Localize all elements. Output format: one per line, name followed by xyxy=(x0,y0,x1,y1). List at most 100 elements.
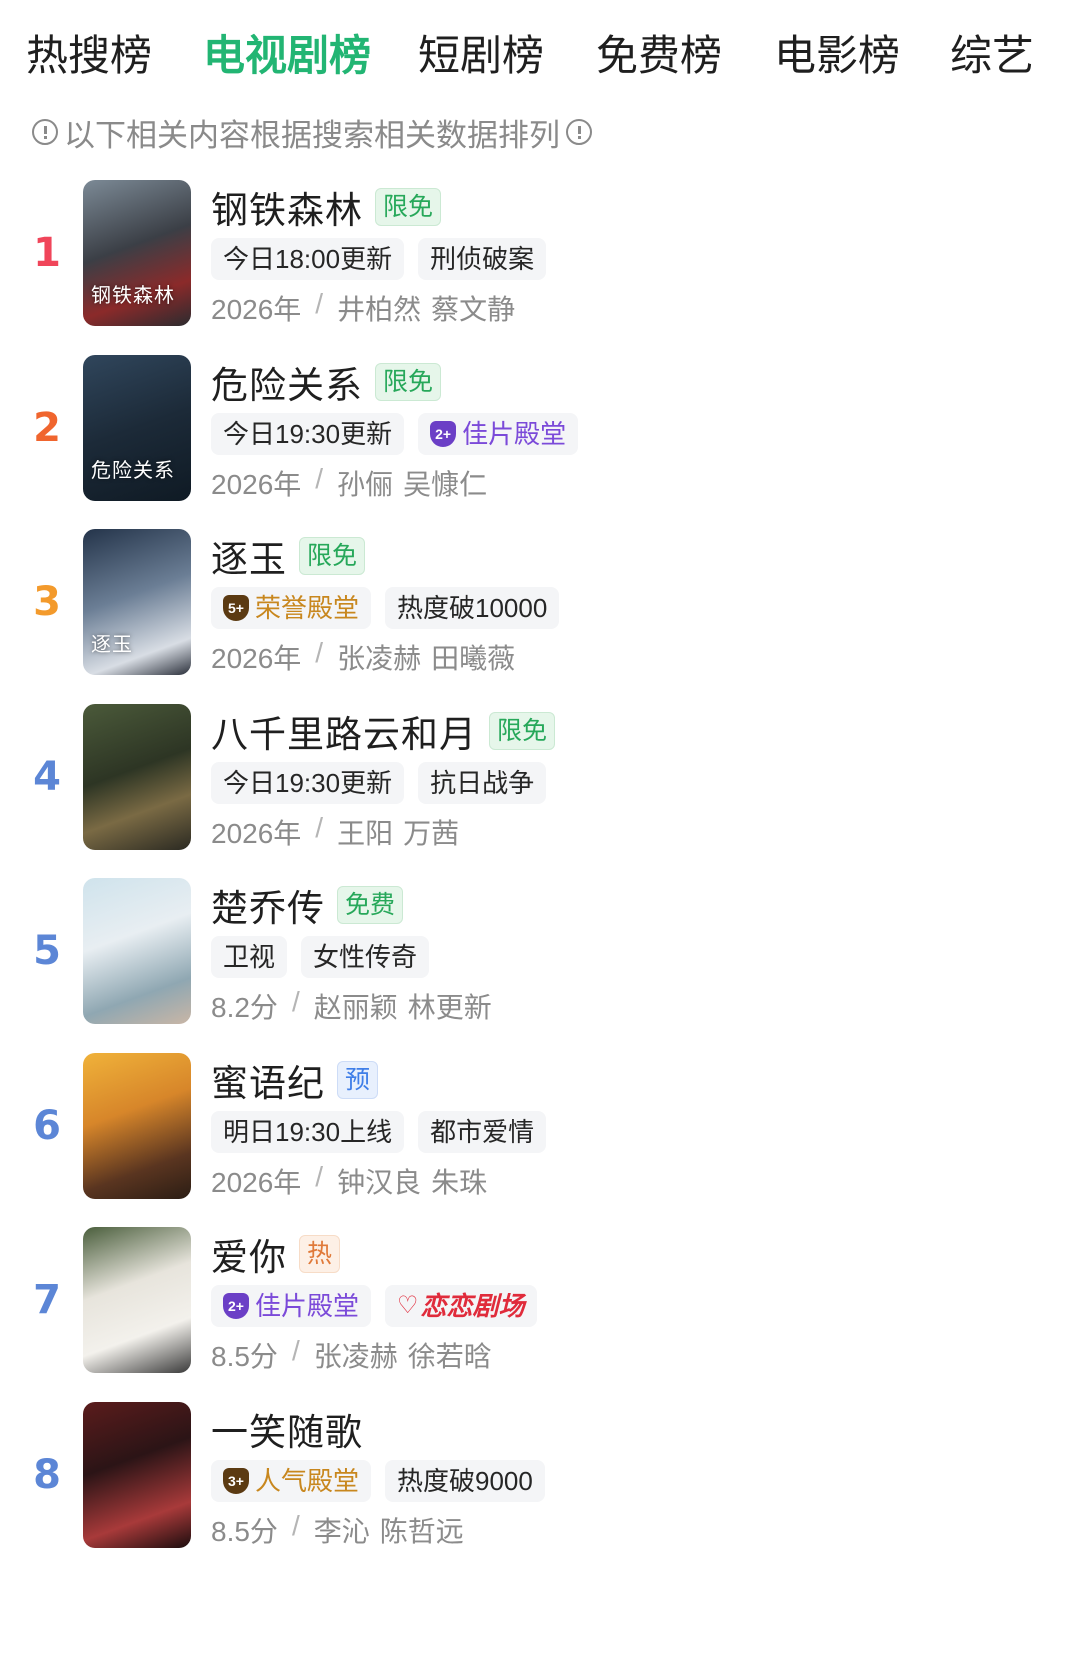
status-badge: 预 xyxy=(337,1060,379,1099)
tag-label: 卫视 xyxy=(223,942,276,972)
poster-image[interactable] xyxy=(83,1401,191,1548)
tags-row: 3+ 人气殿堂 热度破9000 xyxy=(211,1459,559,1502)
rank-number: 2 xyxy=(33,404,61,451)
list-item[interactable]: 1 钢铁森林 钢铁森林 限免 今日18:00更新 刑侦破案 2026年 / 井柏然 蔡文静 xyxy=(0,180,1080,330)
actor-name[interactable]: 徐若晗 xyxy=(408,1335,492,1375)
poster-image[interactable] xyxy=(83,703,191,850)
rank-number: 3 xyxy=(33,579,61,625)
actor-name[interactable]: 张凌赫 xyxy=(314,1335,398,1375)
poster-image[interactable]: 逐玉 xyxy=(83,529,191,675)
separator: / xyxy=(291,986,300,1017)
rank-number: 6 xyxy=(33,1102,61,1149)
drama-title[interactable]: 钢铁森林 xyxy=(211,180,363,234)
poster-image[interactable] xyxy=(83,878,191,1024)
separator: / xyxy=(315,462,324,494)
actor-name[interactable]: 赵丽颖 xyxy=(314,986,398,1026)
drama-title[interactable]: 一笑随歌 xyxy=(211,1402,363,1456)
info-tag[interactable]: 明日19:30上线 xyxy=(211,1110,405,1153)
info-tag[interactable]: 卫视 xyxy=(211,936,288,978)
drama-title[interactable]: 八千里路云和月 xyxy=(211,704,477,758)
actor-name[interactable]: 蔡文静 xyxy=(431,288,515,328)
rank-number: 7 xyxy=(33,1277,61,1323)
info-tag[interactable]: 今日18:00更新 xyxy=(211,238,405,280)
meta-row: 8.5分 / 李沁 陈哲远 xyxy=(211,1510,474,1550)
separator: / xyxy=(315,637,324,668)
list-item[interactable]: 2 危险关系 危险关系 限免 今日19:30更新 2+ 佳片殿堂 2026年 / 孙俪 吴慷仁 xyxy=(0,354,1080,505)
tag-label: 热度破9000 xyxy=(397,1465,533,1496)
actor-name[interactable]: 井柏然 xyxy=(337,288,421,328)
title-row: 一笑随歌 xyxy=(211,1404,363,1454)
title-row: 逐玉 限免 xyxy=(211,529,366,583)
actor-name[interactable]: 钟汉良 xyxy=(337,1161,421,1201)
tab-hot-search[interactable]: 热搜榜 xyxy=(26,28,152,84)
tab-free[interactable]: 免费榜 xyxy=(596,28,722,84)
drama-title[interactable]: 危险关系 xyxy=(211,355,363,409)
actor-name[interactable]: 朱珠 xyxy=(431,1161,487,1201)
info-tag[interactable]: 今日19:30更新 xyxy=(211,412,405,455)
ranking-notice: 以下相关内容根据搜索相关数据排列 xyxy=(26,112,598,153)
year-or-score: 2026年 xyxy=(211,1166,302,1198)
hall-tag[interactable]: 5+ 荣誉殿堂 xyxy=(211,587,372,629)
tags-row: 5+ 荣誉殿堂 热度破10000 xyxy=(211,587,573,629)
status-badge: 限免 xyxy=(375,362,442,401)
separator: / xyxy=(315,811,324,843)
actor-name[interactable]: 吴慷仁 xyxy=(403,463,487,503)
info-tag[interactable]: 热度破9000 xyxy=(385,1459,545,1502)
list-item[interactable]: 6 蜜语纪预明日19:30上线 都市爱情 2026年 / 钟汉良 朱珠 xyxy=(0,1052,1080,1203)
tab-movie[interactable]: 电影榜 xyxy=(774,28,900,84)
tag-label: 佳片殿堂 xyxy=(255,1291,360,1321)
poster-title: 逐玉 xyxy=(91,632,133,656)
actor-name[interactable]: 张凌赫 xyxy=(337,637,421,677)
hall-tag[interactable]: 2+ 佳片殿堂 xyxy=(211,1285,372,1327)
tab-short-drama[interactable]: 短剧榜 xyxy=(418,28,544,84)
actor-name[interactable]: 李沁 xyxy=(314,1510,370,1550)
tags-row: 今日19:30更新 抗日战争 xyxy=(211,761,560,804)
status-badge: 限免 xyxy=(299,537,366,575)
drama-title[interactable]: 逐玉 xyxy=(211,529,287,583)
tab-variety[interactable]: 综艺 xyxy=(950,28,1034,84)
drama-title[interactable]: 爱你 xyxy=(211,1227,287,1281)
info-tag[interactable]: 女性传奇 xyxy=(301,936,430,978)
info-tag[interactable]: 都市爱情 xyxy=(418,1110,547,1153)
info-icon xyxy=(566,119,592,145)
actor-name[interactable]: 王阳 xyxy=(337,812,393,852)
year-or-score: 2026年 xyxy=(211,643,302,674)
year-or-score: 2026年 xyxy=(211,468,302,500)
title-row: 危险关系 限免 xyxy=(211,355,442,409)
list-item[interactable]: 5 楚乔传 免费 卫视 女性传奇 8.2分 / 赵丽颖 林更新 xyxy=(0,878,1080,1028)
tag-label: 今日19:30更新 xyxy=(223,767,393,798)
hall-tag[interactable]: ♡ 恋恋剧场 xyxy=(385,1285,537,1327)
poster-title: 危险关系 xyxy=(91,457,175,482)
poster-image[interactable]: 钢铁森林 xyxy=(83,180,191,326)
tab-tv-drama[interactable]: 电视剧榜 xyxy=(203,28,371,84)
info-tag[interactable]: 抗日战争 xyxy=(418,761,547,804)
list-item[interactable]: 3 逐玉 逐玉 限免 5+ 荣誉殿堂 热度破10000 2026年 / 张凌赫 田曦薇 xyxy=(0,529,1080,679)
hall-tag[interactable]: 3+ 人气殿堂 xyxy=(211,1459,372,1502)
list-item[interactable]: 7 爱你热 2+ 佳片殿堂 ♡ 恋恋剧场 8.5分 / 张凌赫 徐若晗 xyxy=(0,1227,1080,1377)
actor-name[interactable]: 孙俪 xyxy=(337,463,393,503)
drama-title[interactable]: 蜜语纪 xyxy=(211,1053,325,1107)
meta-row: 2026年 / 井柏然 蔡文静 xyxy=(211,288,525,328)
info-tag[interactable]: 热度破10000 xyxy=(385,587,560,629)
actor-name[interactable]: 陈哲远 xyxy=(380,1510,464,1550)
info-tag[interactable]: 今日19:30更新 xyxy=(211,761,405,804)
poster-image[interactable] xyxy=(83,1227,191,1373)
separator: / xyxy=(315,1160,324,1192)
actor-name[interactable]: 田曦薇 xyxy=(431,637,515,677)
info-tag[interactable]: 刑侦破案 xyxy=(418,238,547,280)
status-badge: 免费 xyxy=(337,886,404,924)
actor-name[interactable]: 万茜 xyxy=(403,812,459,852)
poster-image[interactable] xyxy=(83,1052,191,1199)
status-badge: 热 xyxy=(299,1235,341,1273)
rank-number: 8 xyxy=(33,1451,61,1498)
tag-label: 荣誉殿堂 xyxy=(255,593,360,623)
hall-tag[interactable]: 2+ 佳片殿堂 xyxy=(418,412,579,455)
year-or-score: 2026年 xyxy=(211,817,302,849)
tag-label: 今日19:30更新 xyxy=(223,418,393,449)
drama-title[interactable]: 楚乔传 xyxy=(211,878,325,932)
list-item[interactable]: 8 一笑随歌 3+ 人气殿堂 热度破9000 8.5分 / 李沁 陈哲远 xyxy=(0,1401,1080,1552)
tag-label: 今日18:00更新 xyxy=(223,244,393,274)
poster-image[interactable]: 危险关系 xyxy=(83,354,191,501)
list-item[interactable]: 4 八千里路云和月 限免 今日19:30更新 抗日战争 2026年 / 王阳 万茜 xyxy=(0,703,1080,854)
actor-name[interactable]: 林更新 xyxy=(408,986,492,1026)
